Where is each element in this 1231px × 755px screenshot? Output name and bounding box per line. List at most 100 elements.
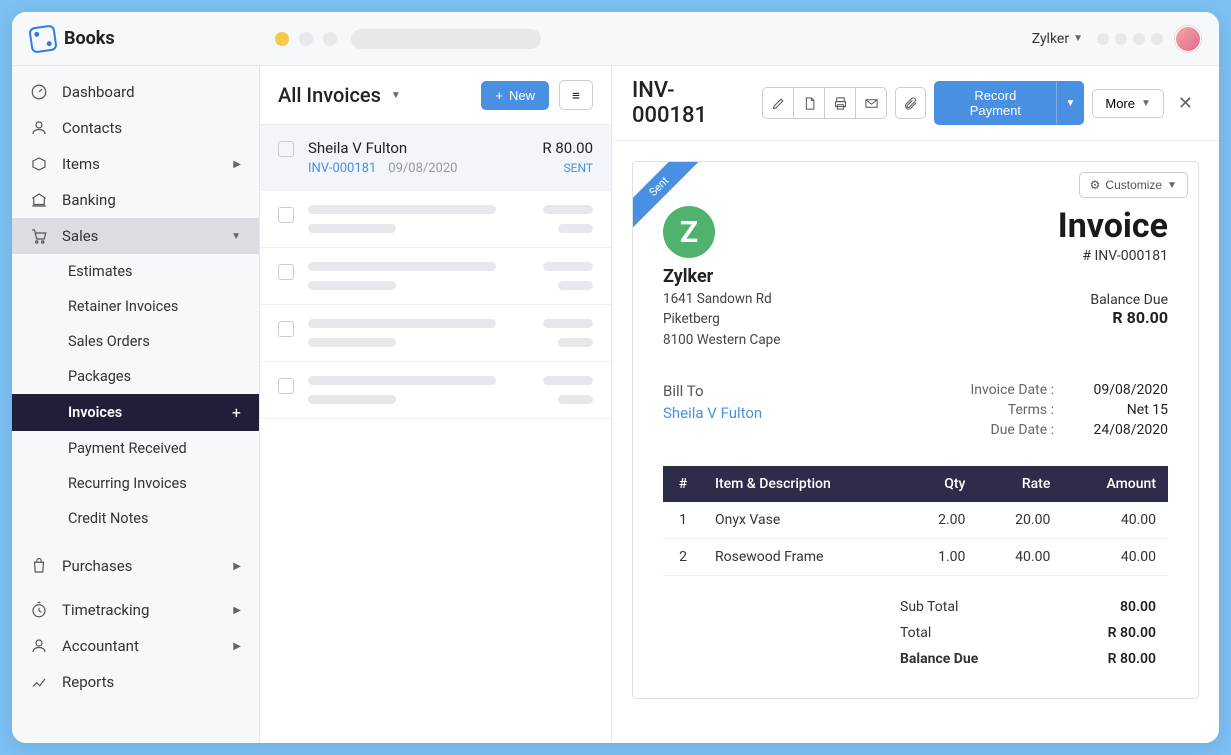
contacts-icon (30, 119, 48, 137)
print-button[interactable] (824, 87, 856, 119)
window-dot-icon (323, 32, 337, 46)
mail-icon (864, 96, 879, 111)
app-logo[interactable]: Books (30, 26, 115, 52)
invoice-amount: R 80.00 (542, 139, 593, 157)
company-address-line: 8100 Western Cape (663, 330, 780, 350)
app-name: Books (64, 28, 115, 49)
close-button[interactable]: ✕ (1172, 89, 1199, 118)
sidebar-item-recurring-invoices[interactable]: Recurring Invoices (12, 466, 259, 501)
caret-down-icon[interactable]: ▼ (391, 90, 401, 101)
sidebar-item-retainer-invoices[interactable]: Retainer Invoices (12, 289, 259, 324)
reports-icon (30, 673, 48, 691)
list-body: Sheila V Fulton INV-00018109/08/2020 R 8… (260, 125, 611, 743)
email-button[interactable] (855, 87, 887, 119)
chevron-right-icon: ▶ (233, 641, 241, 652)
company-address-line: Piketberg (663, 309, 780, 329)
checkbox[interactable] (278, 141, 294, 157)
list-header: All Invoices ▼ +New ≡ (260, 66, 611, 125)
sidebar-item-payment-received[interactable]: Payment Received (12, 431, 259, 466)
sidebar-item-sales-orders[interactable]: Sales Orders (12, 324, 259, 359)
list-item[interactable] (260, 191, 611, 248)
plus-icon: + (495, 88, 503, 103)
col-desc: Item & Description (703, 466, 904, 502)
list-item[interactable] (260, 305, 611, 362)
sidebar-item-credit-notes[interactable]: Credit Notes (12, 501, 259, 536)
printer-icon (833, 96, 848, 111)
invoice-title-block: Invoice # INV-000181 Balance Due R 80.00 (1058, 206, 1168, 350)
sidebar-item-purchases[interactable]: Purchases▶ (12, 548, 259, 584)
purchases-icon (30, 557, 48, 575)
topbar: Books Zylker ▼ (12, 12, 1219, 66)
sidebar-item-items[interactable]: Items▶ (12, 146, 259, 182)
detail-body: Sent ⚙Customize▼ Z Zylker 1641 Sandown R… (612, 141, 1219, 743)
dashboard-icon (30, 83, 48, 101)
sidebar-item-timetracking[interactable]: Timetracking▶ (12, 592, 259, 628)
sidebar-item-reports[interactable]: Reports (12, 664, 259, 700)
list-item[interactable]: Sheila V Fulton INV-00018109/08/2020 R 8… (260, 125, 611, 191)
header-dot-icon[interactable] (1133, 33, 1145, 45)
more-button[interactable]: More▼ (1092, 89, 1164, 118)
invoice-number: INV-000181 (308, 161, 376, 176)
checkbox[interactable] (278, 264, 294, 280)
invoice-number: # INV-000181 (1058, 248, 1168, 264)
invoice-status: SENT (542, 161, 593, 175)
bill-to-label: Bill To (663, 382, 762, 400)
record-payment-dropdown[interactable]: ▼ (1056, 81, 1084, 125)
chevron-right-icon: ▶ (233, 159, 241, 170)
list-menu-button[interactable]: ≡ (559, 80, 593, 110)
invoice-date: 09/08/2020 (388, 161, 457, 176)
checkbox[interactable] (278, 207, 294, 223)
line-items-table: # Item & Description Qty Rate Amount 1 O… (663, 466, 1168, 576)
list-title[interactable]: All Invoices (278, 83, 381, 107)
balance-due-label: Balance Due (1058, 292, 1168, 308)
col-num: # (663, 466, 703, 502)
totals-block: Sub Total80.00 TotalR 80.00 Balance DueR… (888, 594, 1168, 672)
header-dot-icon[interactable] (1151, 33, 1163, 45)
sidebar-item-banking[interactable]: Banking (12, 182, 259, 218)
sidebar-item-contacts[interactable]: Contacts (12, 110, 259, 146)
search-input[interactable] (351, 29, 541, 49)
sidebar-item-dashboard[interactable]: Dashboard (12, 74, 259, 110)
gear-icon: ⚙ (1090, 178, 1101, 192)
logo-mark-icon (28, 24, 57, 53)
header-dot-icon[interactable] (1097, 33, 1109, 45)
list-item[interactable] (260, 248, 611, 305)
header-dot-icon[interactable] (1115, 33, 1127, 45)
checkbox[interactable] (278, 321, 294, 337)
sidebar-item-accountant[interactable]: Accountant▶ (12, 628, 259, 664)
customize-button[interactable]: ⚙Customize▼ (1079, 172, 1188, 198)
sidebar-item-sales[interactable]: Sales▼ (12, 218, 259, 254)
plus-icon[interactable]: + (232, 403, 241, 422)
record-payment-button[interactable]: Record Payment (934, 81, 1056, 125)
table-row: 2 Rosewood Frame 1.00 40.00 40.00 (663, 538, 1168, 575)
sidebar-item-packages[interactable]: Packages (12, 359, 259, 394)
sidebar-item-invoices[interactable]: Invoices+ (12, 394, 259, 431)
detail-header: INV-000181 Record Payment ▼ More▼ ✕ (612, 66, 1219, 141)
detail-title: INV-000181 (632, 78, 746, 128)
col-qty: Qty (904, 466, 978, 502)
avatar[interactable] (1175, 26, 1201, 52)
sales-icon (30, 227, 48, 245)
edit-button[interactable] (762, 87, 794, 119)
sidebar-item-estimates[interactable]: Estimates (12, 254, 259, 289)
org-name: Zylker (1032, 31, 1069, 47)
items-icon (30, 155, 48, 173)
chevron-down-icon: ▼ (231, 231, 241, 242)
checkbox[interactable] (278, 378, 294, 394)
balance-due-amount: R 80.00 (1058, 308, 1168, 327)
invoice-list-pane: All Invoices ▼ +New ≡ Sheila V Fulton IN… (260, 66, 612, 743)
paperclip-icon (903, 96, 918, 111)
org-switcher[interactable]: Zylker ▼ (1032, 31, 1083, 47)
caret-down-icon: ▼ (1073, 33, 1083, 44)
window-dot-icon (299, 32, 313, 46)
sidebar: Dashboard Contacts Items▶ Banking Sales▼… (12, 66, 260, 743)
list-item[interactable] (260, 362, 611, 419)
attach-button[interactable] (895, 87, 926, 119)
window-controls (275, 32, 337, 46)
invoice-meta: Invoice Date :09/08/2020 Terms :Net 15 D… (954, 382, 1168, 442)
bill-to-name[interactable]: Sheila V Fulton (663, 404, 762, 422)
pdf-button[interactable] (793, 87, 825, 119)
new-button[interactable]: +New (481, 81, 549, 110)
pdf-icon (802, 96, 817, 111)
col-amount: Amount (1062, 466, 1168, 502)
